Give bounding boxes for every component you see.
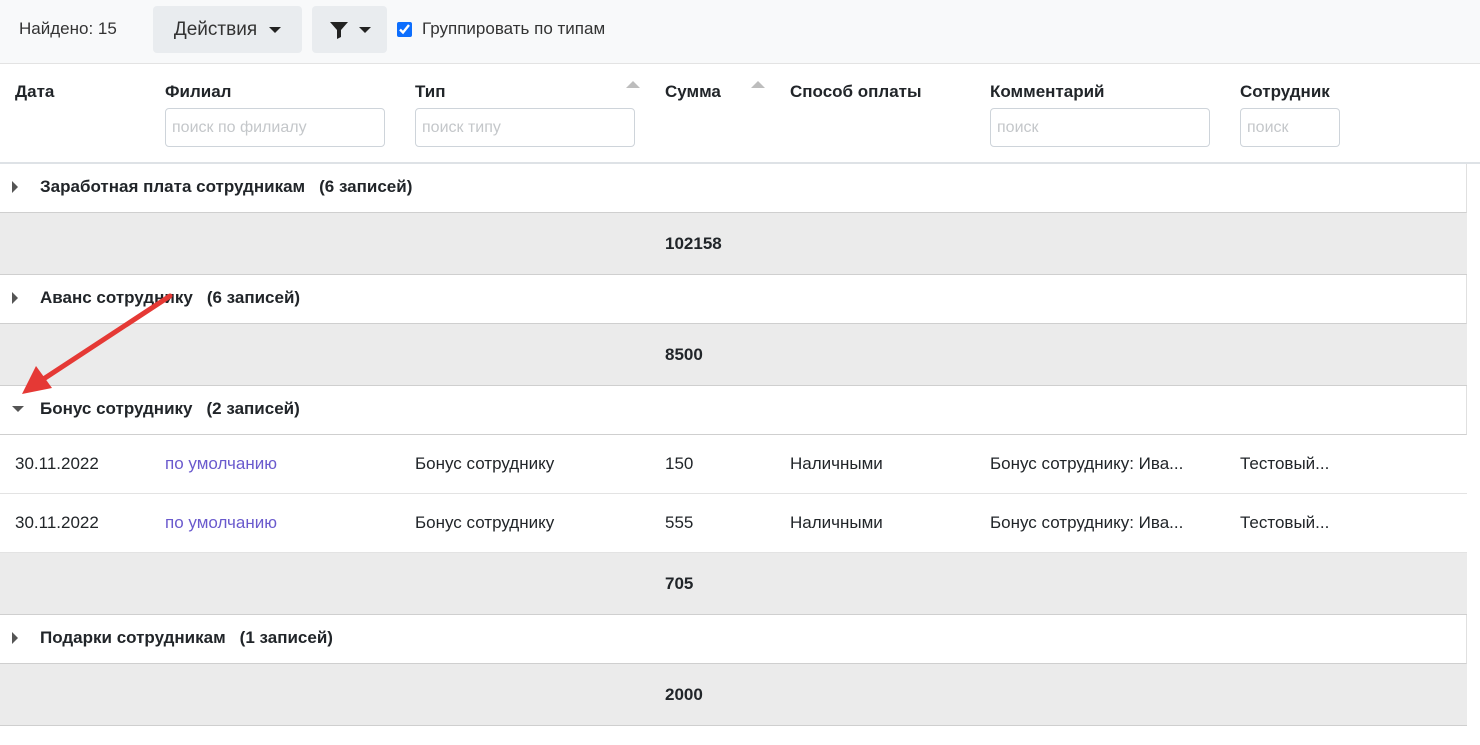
cell-payment-method: Наличными <box>790 454 883 473</box>
group-count: (6 записей) <box>319 177 413 196</box>
group-row[interactable]: Аванс сотруднику (6 записей) <box>0 275 1467 324</box>
group-total-row: 2000 <box>0 664 1467 726</box>
cell-sum: 150 <box>665 454 694 473</box>
sort-asc-icon[interactable] <box>751 81 765 88</box>
column-header-type[interactable]: Тип <box>415 82 445 102</box>
group-total-row: 705 <box>0 553 1467 615</box>
toolbar: Найдено: 15 Действия Группировать по тип… <box>0 0 1480 64</box>
table-body: Заработная плата сотрудникам (6 записей) … <box>0 164 1467 726</box>
group-total-row: 102158 <box>0 213 1467 275</box>
table-row[interactable]: 30.11.2022 по умолчанию Бонус сотруднику… <box>0 494 1467 553</box>
table-row[interactable]: 30.11.2022 по умолчанию Бонус сотруднику… <box>0 435 1467 494</box>
column-header-payment-method[interactable]: Способ оплаты <box>790 82 922 102</box>
chevron-down-icon <box>269 26 282 33</box>
group-total: 705 <box>665 574 694 593</box>
column-header-date[interactable]: Дата <box>15 82 54 102</box>
group-title: Аванс сотруднику <box>40 288 193 307</box>
expand-icon[interactable] <box>12 181 18 193</box>
comment-search-input[interactable] <box>990 108 1210 147</box>
cell-branch-link[interactable]: по умолчанию <box>165 454 277 474</box>
group-total: 2000 <box>665 685 703 704</box>
group-by-type-toggle[interactable]: Группировать по типам <box>397 19 605 39</box>
group-total: 102158 <box>665 234 722 253</box>
group-row[interactable]: Заработная плата сотрудникам (6 записей) <box>0 164 1467 213</box>
table-header: Дата Филиал Тип Сумма Способ оплаты Комм… <box>0 64 1480 164</box>
group-by-type-label: Группировать по типам <box>422 19 606 38</box>
cell-employee: Тестовый... <box>1240 513 1330 532</box>
group-title: Подарки сотрудникам <box>40 628 226 647</box>
column-header-branch[interactable]: Филиал <box>165 82 231 102</box>
cell-date: 30.11.2022 <box>15 513 99 532</box>
group-row[interactable]: Подарки сотрудникам (1 записей) <box>0 615 1467 664</box>
cell-comment: Бонус сотруднику: Ива... <box>990 454 1184 473</box>
employee-search-input[interactable] <box>1240 108 1340 147</box>
expand-icon[interactable] <box>12 632 18 644</box>
branch-search-input[interactable] <box>165 108 385 147</box>
cell-payment-method: Наличными <box>790 513 883 532</box>
funnel-icon <box>329 21 348 39</box>
cell-type: Бонус сотруднику <box>415 513 555 532</box>
group-count: (1 записей) <box>239 628 333 647</box>
filter-dropdown-button[interactable] <box>312 6 387 53</box>
column-header-employee[interactable]: Сотрудник <box>1240 82 1330 102</box>
cell-date: 30.11.2022 <box>15 454 99 473</box>
sort-asc-icon[interactable] <box>626 81 640 88</box>
actions-dropdown-button[interactable]: Действия <box>153 6 302 53</box>
type-search-input[interactable] <box>415 108 635 147</box>
group-count: (6 записей) <box>206 288 301 307</box>
collapse-icon[interactable] <box>12 406 24 412</box>
expand-icon[interactable] <box>12 292 18 304</box>
cell-comment: Бонус сотруднику: Ива... <box>990 513 1184 532</box>
group-by-type-checkbox[interactable] <box>397 21 412 37</box>
column-header-sum[interactable]: Сумма <box>665 82 721 102</box>
cell-branch-link[interactable]: по умолчанию <box>165 513 277 533</box>
group-total-row: 8500 <box>0 324 1467 386</box>
actions-label: Действия <box>173 18 258 40</box>
group-row[interactable]: Бонус сотруднику (2 записей) <box>0 386 1467 435</box>
cell-type: Бонус сотруднику <box>415 454 555 473</box>
group-count: (2 записей) <box>206 399 300 418</box>
cell-employee: Тестовый... <box>1240 454 1330 473</box>
group-total: 8500 <box>665 345 703 364</box>
cell-sum: 555 <box>665 513 694 532</box>
group-title: Заработная плата сотрудникам <box>40 177 306 196</box>
group-title: Бонус сотруднику <box>40 399 193 418</box>
found-count: Найдено: 15 <box>19 19 117 38</box>
column-header-comment[interactable]: Комментарий <box>990 82 1104 102</box>
chevron-down-icon <box>358 26 371 33</box>
